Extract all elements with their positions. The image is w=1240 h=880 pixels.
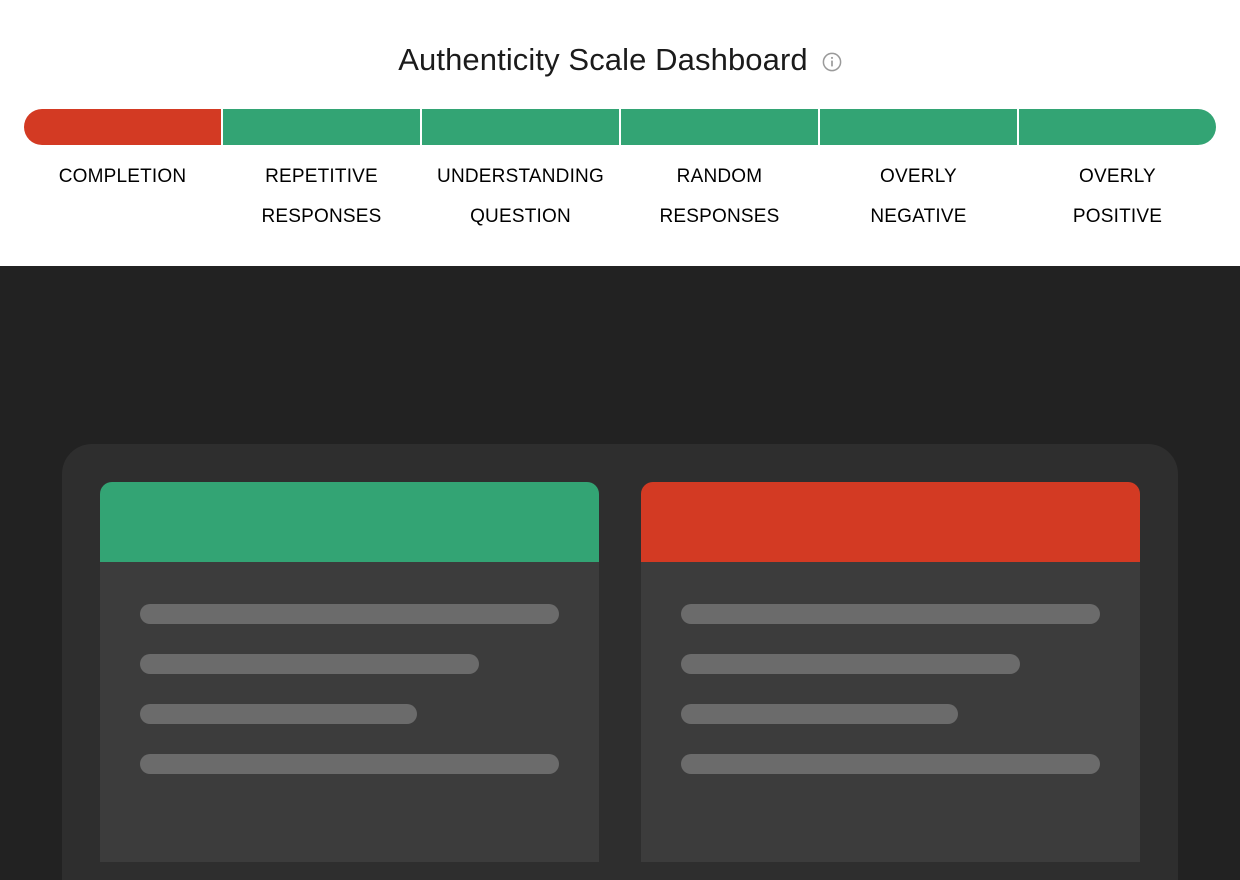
results-card-list [100, 482, 1140, 862]
skeleton-line [681, 654, 1021, 674]
authenticity-scale-labels: COMPLETION REPETITIVE RESPONSES UNDERSTA… [24, 157, 1216, 237]
skeleton-line [140, 704, 417, 724]
dashboard-header: Authenticity Scale Dashboard COMPLETION … [0, 0, 1240, 266]
scale-label-overly-positive: OVERLY POSITIVE [1019, 157, 1216, 237]
skeleton-line [140, 604, 559, 624]
scale-label-overly-negative: OVERLY NEGATIVE [820, 157, 1017, 237]
results-panel [62, 444, 1178, 880]
scale-label-line: REPETITIVE [265, 166, 378, 187]
skeleton-line [681, 754, 1100, 774]
skeleton-line [140, 754, 559, 774]
scale-label-line: RANDOM [676, 166, 763, 187]
scale-label-completion: COMPLETION [24, 157, 221, 237]
scale-segment-overly-negative[interactable] [820, 109, 1017, 145]
result-card-right[interactable] [641, 482, 1140, 862]
scale-segment-overly-positive[interactable] [1019, 109, 1216, 145]
scale-label-understanding-question: UNDERSTANDING QUESTION [422, 157, 619, 237]
result-card-left-header [100, 482, 599, 562]
skeleton-line [681, 604, 1100, 624]
authenticity-dashboard-app: Authenticity Scale Dashboard COMPLETION … [0, 0, 1240, 880]
title-row: Authenticity Scale Dashboard [0, 38, 1240, 82]
authenticity-scale-bar [24, 109, 1216, 145]
info-circle-icon[interactable] [822, 52, 842, 72]
scale-label-line: POSITIVE [1072, 206, 1163, 227]
scale-label-line: COMPLETION [58, 166, 187, 187]
dashboard-body [0, 266, 1240, 880]
scale-segment-understanding-question[interactable] [422, 109, 619, 145]
scale-segment-completion[interactable] [24, 109, 221, 145]
scale-segment-repetitive-responses[interactable] [223, 109, 420, 145]
result-card-right-body [641, 562, 1140, 862]
scale-label-line: UNDERSTANDING [437, 166, 604, 187]
scale-label-line: RESPONSES [261, 206, 382, 227]
skeleton-line [140, 654, 480, 674]
scale-label-line: RESPONSES [659, 206, 780, 227]
scale-label-random-responses: RANDOM RESPONSES [621, 157, 818, 237]
result-card-left[interactable] [100, 482, 599, 862]
scale-label-line: NEGATIVE [870, 206, 967, 227]
scale-label-line: QUESTION [470, 206, 571, 227]
scale-label-line: OVERLY [1079, 166, 1156, 187]
scale-label-repetitive-responses: REPETITIVE RESPONSES [223, 157, 420, 237]
page-title: Authenticity Scale Dashboard [398, 42, 808, 77]
result-card-right-header [641, 482, 1140, 562]
skeleton-line [681, 704, 958, 724]
result-card-left-body [100, 562, 599, 862]
scale-segment-random-responses[interactable] [621, 109, 818, 145]
scale-label-line: OVERLY [880, 166, 957, 187]
